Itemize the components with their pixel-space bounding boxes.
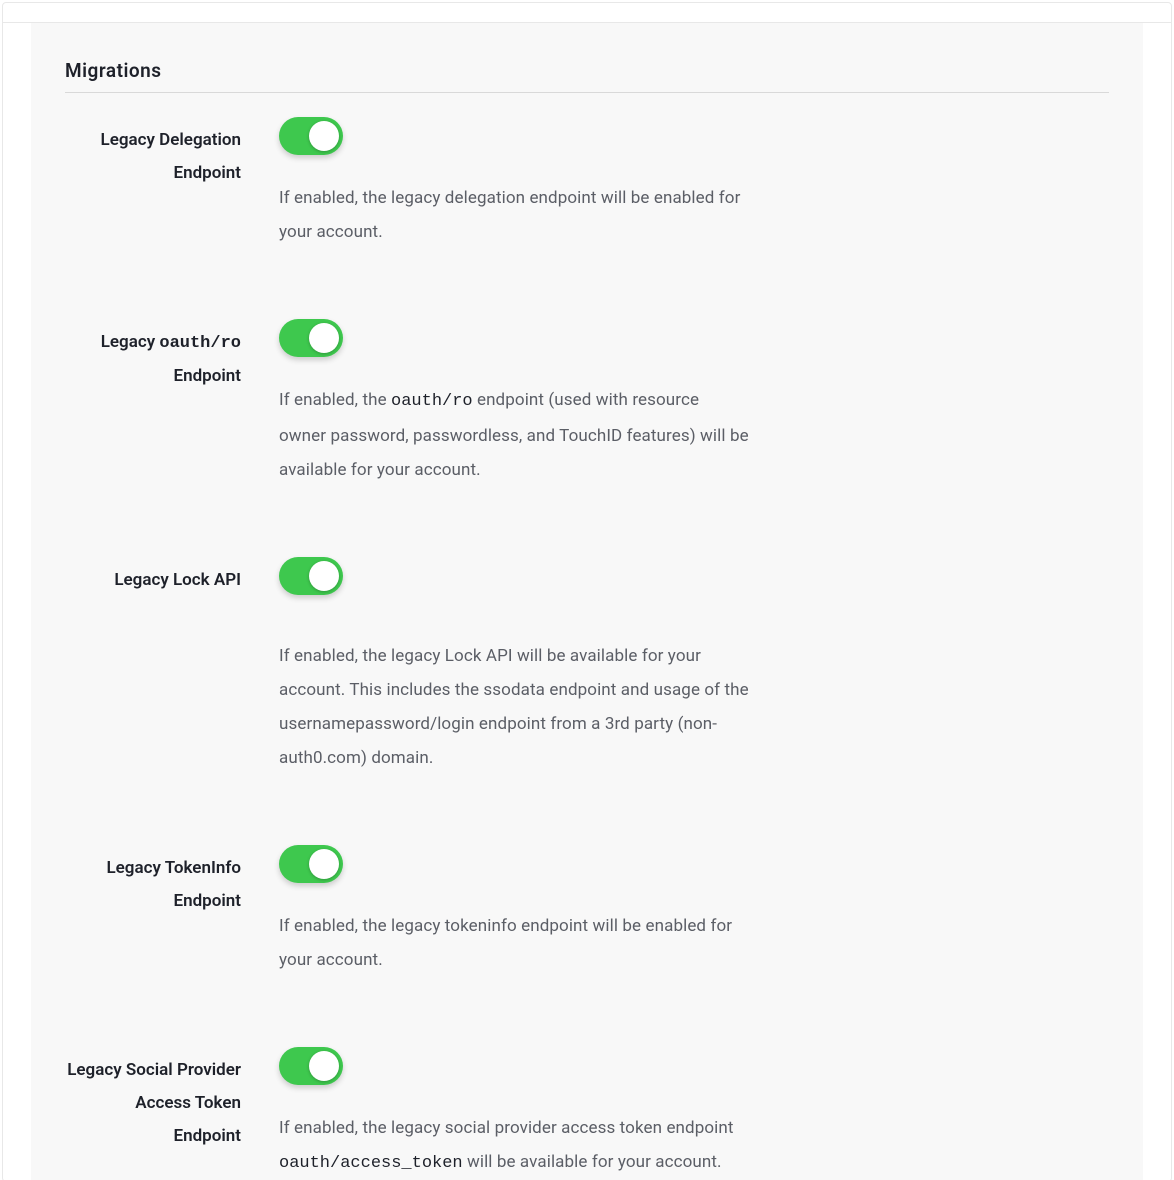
- setting-label: Legacy TokenInfo Endpoint: [65, 845, 279, 918]
- desc-text-pre: If enabled, the legacy social provider a…: [279, 1118, 734, 1138]
- toggle-legacy-social-provider-access-token-endpoint[interactable]: [279, 1047, 343, 1085]
- setting-legacy-social-provider-access-token-endpoint: Legacy Social Provider Access Token Endp…: [65, 1047, 1109, 1180]
- toggle-knob: [309, 849, 339, 879]
- setting-description: If enabled, the legacy social provider a…: [279, 1111, 749, 1180]
- toggle-knob: [309, 1051, 339, 1081]
- toggle-knob: [309, 323, 339, 353]
- toggle-legacy-lock-api[interactable]: [279, 557, 343, 595]
- section-title: Migrations: [65, 59, 1109, 93]
- setting-control: If enabled, the legacy delegation endpoi…: [279, 117, 749, 249]
- desc-text: If enabled, the legacy tokeninfo endpoin…: [279, 916, 732, 970]
- label-text-pre: Legacy: [101, 332, 160, 352]
- toggle-knob: [309, 561, 339, 591]
- setting-legacy-lock-api: Legacy Lock API If enabled, the legacy L…: [65, 557, 1109, 775]
- top-bar: [3, 3, 1171, 23]
- desc-code: oauth/access_token: [279, 1154, 463, 1173]
- setting-control: If enabled, the legacy Lock API will be …: [279, 557, 749, 775]
- toggle-legacy-oauth-ro-endpoint[interactable]: [279, 319, 343, 357]
- toggle-legacy-delegation-endpoint[interactable]: [279, 117, 343, 155]
- desc-text-pre: If enabled, the: [279, 390, 391, 410]
- setting-label: Legacy Delegation Endpoint: [65, 117, 279, 190]
- setting-legacy-tokeninfo-endpoint: Legacy TokenInfo Endpoint If enabled, th…: [65, 845, 1109, 977]
- setting-legacy-delegation-endpoint: Legacy Delegation Endpoint If enabled, t…: [65, 117, 1109, 249]
- setting-label: Legacy Social Provider Access Token Endp…: [65, 1047, 279, 1153]
- setting-legacy-oauth-ro-endpoint: Legacy oauth/ro Endpoint If enabled, the…: [65, 319, 1109, 487]
- setting-description: If enabled, the legacy delegation endpoi…: [279, 181, 749, 249]
- setting-label: Legacy Lock API: [65, 557, 279, 597]
- desc-text: If enabled, the legacy delegation endpoi…: [279, 188, 740, 242]
- desc-code: oauth/ro: [391, 392, 473, 411]
- setting-description: If enabled, the legacy tokeninfo endpoin…: [279, 909, 749, 977]
- setting-description: If enabled, the oauth/ro endpoint (used …: [279, 383, 749, 487]
- setting-description: If enabled, the legacy Lock API will be …: [279, 639, 749, 775]
- toggle-legacy-tokeninfo-endpoint[interactable]: [279, 845, 343, 883]
- label-code: oauth/ro: [159, 334, 241, 353]
- desc-text-post: will be available for your account.: [463, 1152, 722, 1172]
- setting-label: Legacy oauth/ro Endpoint: [65, 319, 279, 393]
- desc-text: If enabled, the legacy Lock API will be …: [279, 646, 749, 768]
- migrations-panel: Migrations Legacy Delegation Endpoint If…: [31, 23, 1143, 1180]
- setting-control: If enabled, the legacy social provider a…: [279, 1047, 749, 1180]
- settings-frame: Migrations Legacy Delegation Endpoint If…: [2, 2, 1172, 1180]
- toggle-knob: [309, 121, 339, 151]
- setting-control: If enabled, the oauth/ro endpoint (used …: [279, 319, 749, 487]
- label-text-post: Endpoint: [174, 366, 241, 386]
- setting-control: If enabled, the legacy tokeninfo endpoin…: [279, 845, 749, 977]
